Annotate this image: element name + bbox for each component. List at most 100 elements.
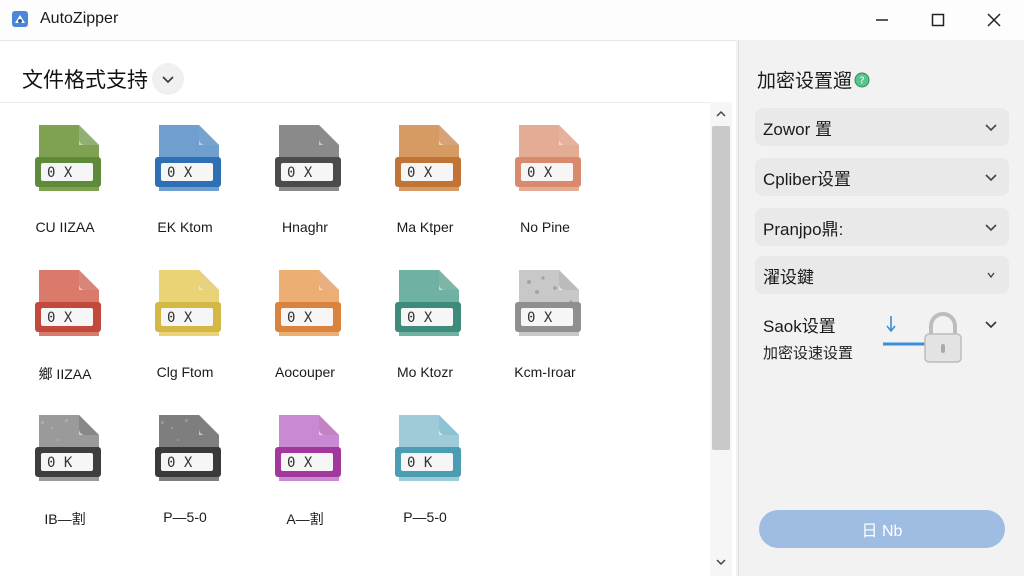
chevron-down-icon[interactable] bbox=[983, 316, 999, 332]
close-button[interactable] bbox=[968, 0, 1020, 40]
lock-toggle-icon[interactable] bbox=[881, 308, 967, 366]
app-title: AutoZipper bbox=[40, 10, 119, 27]
file-badge-text: 0 X bbox=[167, 455, 193, 471]
minimize-button[interactable] bbox=[856, 0, 908, 40]
info-icon[interactable]: ? bbox=[854, 72, 870, 88]
file-format-item[interactable]: 0 X Aocouper bbox=[250, 268, 360, 398]
minimize-icon bbox=[876, 19, 888, 21]
file-format-label: CU IIZAA bbox=[35, 219, 95, 235]
setting-label: Cpliber设置 bbox=[763, 169, 851, 189]
file-format-label: Ma Ktper bbox=[396, 219, 454, 235]
file-format-item[interactable]: 0 K P—5-0 bbox=[370, 413, 480, 543]
file-format-item[interactable]: 0 K IB—割 bbox=[10, 413, 120, 543]
maximize-button[interactable] bbox=[912, 0, 964, 40]
file-icon: 0 K bbox=[35, 415, 101, 481]
file-icon: 0 X bbox=[155, 125, 221, 191]
file-icon: 0 X bbox=[395, 270, 461, 336]
file-format-item[interactable]: 0 X Clg Ftom bbox=[130, 268, 240, 398]
file-badge-text: 0 X bbox=[47, 165, 73, 181]
file-badge-text: 0 X bbox=[407, 310, 433, 326]
file-icon: 0 X bbox=[275, 270, 341, 336]
chevron-down-icon bbox=[985, 174, 997, 182]
file-format-label: IB—割 bbox=[44, 511, 86, 527]
file-badge-text: 0 K bbox=[47, 455, 73, 471]
setting-label: Pranjpo鼎: bbox=[763, 219, 844, 239]
file-badge-text: 0 K bbox=[407, 455, 433, 471]
file-format-label: Clg Ftom bbox=[156, 364, 214, 380]
file-format-label: 鄉 IIZAA bbox=[38, 366, 92, 382]
maximize-icon bbox=[931, 13, 945, 27]
file-badge-text: 0 X bbox=[527, 165, 553, 181]
setting-row-4[interactable]: 濯设鍵 bbox=[755, 256, 1009, 294]
format-dropdown-button[interactable] bbox=[152, 63, 184, 95]
file-format-item[interactable]: 0 X Kcm-Iroar bbox=[490, 268, 600, 398]
lock-setting-title: Saok设置 bbox=[763, 317, 836, 336]
file-badge-text: 0 X bbox=[407, 165, 433, 181]
file-icon: 0 X bbox=[395, 125, 461, 191]
file-icon: 0 K bbox=[395, 415, 461, 481]
encryption-settings-panel: 加密设置遛 ? Zowor 置 Cpliber设置 Pranjpo鼎: 濯设鍵 … bbox=[738, 40, 1024, 576]
scroll-thumb[interactable] bbox=[712, 126, 730, 450]
chevron-down-icon bbox=[716, 559, 726, 566]
file-format-label: Aocouper bbox=[275, 364, 335, 380]
file-badge-text: 0 X bbox=[527, 310, 553, 326]
chevron-up-icon bbox=[716, 110, 726, 117]
chevron-down-icon bbox=[985, 124, 997, 132]
setting-row-2[interactable]: Cpliber设置 bbox=[755, 158, 1009, 196]
file-format-label: Hnaghr bbox=[282, 219, 328, 235]
close-icon bbox=[987, 13, 1001, 27]
chevron-down-icon bbox=[162, 76, 174, 84]
file-format-item[interactable]: 0 X EK Ktom bbox=[130, 123, 240, 253]
file-badge-text: 0 X bbox=[47, 310, 73, 326]
format-header: 文件格式支持 bbox=[16, 61, 184, 97]
file-badge-text: 0 X bbox=[167, 310, 193, 326]
file-icon: 0 X bbox=[35, 270, 101, 336]
section-title: 文件格式支持 bbox=[22, 68, 148, 92]
file-format-label: EK Ktom bbox=[157, 219, 213, 235]
chevron-down-icon bbox=[987, 272, 995, 279]
file-format-label: Mo Ktozr bbox=[396, 364, 453, 380]
file-badge-text: 0 X bbox=[287, 165, 313, 181]
vertical-scrollbar[interactable] bbox=[710, 102, 732, 576]
setting-label: Zowor 置 bbox=[763, 119, 832, 139]
lock-setting-subtitle: 加密设速设置 bbox=[763, 344, 854, 362]
file-format-item[interactable]: 0 X 鄉 IIZAA bbox=[10, 268, 120, 398]
file-icon: 0 X bbox=[35, 125, 101, 191]
file-format-label: No Pine bbox=[520, 219, 570, 235]
panel-title: 加密设置遛 ? bbox=[757, 66, 870, 93]
file-icon: 0 X bbox=[155, 415, 221, 481]
file-grid: 0 X CU IIZAA 0 X EK Ktom 0 X Hnaghr 0 X Ma Ktpe… bbox=[0, 103, 710, 576]
setting-row-1[interactable]: Zowor 置 bbox=[755, 108, 1009, 146]
setting-label: 濯设鍵 bbox=[763, 267, 814, 287]
file-format-item[interactable]: 0 X CU IIZAA bbox=[10, 123, 120, 253]
file-format-item[interactable]: 0 X Ma Ktper bbox=[370, 123, 480, 253]
primary-action-button[interactable]: 日 Nb bbox=[759, 510, 1005, 548]
file-badge-text: 0 X bbox=[287, 310, 313, 326]
file-format-label: P—5-0 bbox=[163, 509, 207, 525]
file-format-label: A—割 bbox=[286, 511, 324, 527]
app-zip-icon bbox=[12, 11, 28, 27]
file-icon: 0 X bbox=[275, 415, 341, 481]
file-format-label: P—5-0 bbox=[403, 509, 447, 525]
chevron-down-icon bbox=[985, 224, 997, 232]
file-format-item[interactable]: 0 X Mo Ktozr bbox=[370, 268, 480, 398]
file-format-item[interactable]: 0 X A—割 bbox=[250, 413, 360, 543]
file-format-panel: 文件格式支持 0 X CU IIZAA 0 X EK Ktom 0 X Hnaghr 0 X… bbox=[0, 40, 736, 576]
scroll-up-button[interactable] bbox=[710, 104, 732, 124]
lock-setting: Saok设置 加密设速设置 bbox=[755, 304, 1009, 374]
file-badge-text: 0 X bbox=[167, 165, 193, 181]
file-icon: 0 X bbox=[515, 125, 581, 191]
file-icon: 0 X bbox=[275, 125, 341, 191]
file-format-item[interactable]: 0 X Hnaghr bbox=[250, 123, 360, 253]
panel-title-text: 加密设置遛 bbox=[757, 70, 853, 92]
scroll-down-button[interactable] bbox=[710, 552, 732, 572]
title-bar: AutoZipper bbox=[0, 0, 1024, 40]
setting-row-3[interactable]: Pranjpo鼎: bbox=[755, 208, 1009, 246]
file-format-item[interactable]: 0 X P—5-0 bbox=[130, 413, 240, 543]
file-badge-text: 0 X bbox=[287, 455, 313, 471]
file-icon: 0 X bbox=[155, 270, 221, 336]
svg-text:?: ? bbox=[859, 75, 864, 86]
file-icon: 0 X bbox=[515, 270, 581, 336]
file-format-item[interactable]: 0 X No Pine bbox=[490, 123, 600, 253]
file-format-label: Kcm-Iroar bbox=[514, 364, 576, 380]
